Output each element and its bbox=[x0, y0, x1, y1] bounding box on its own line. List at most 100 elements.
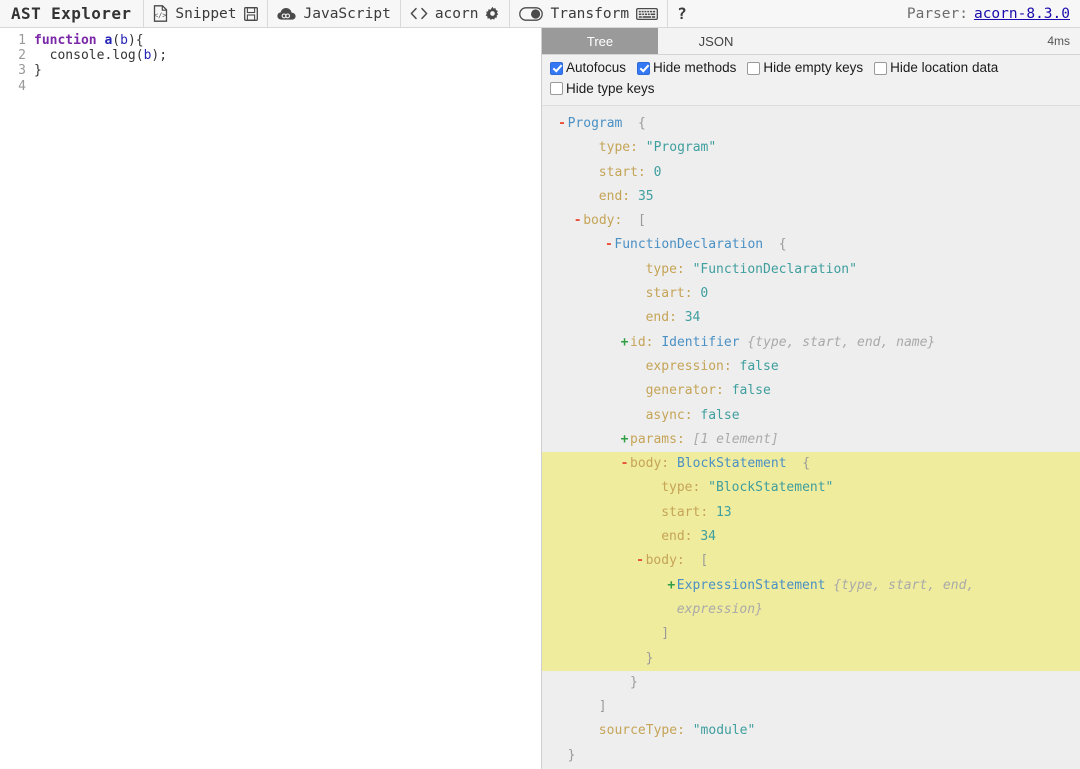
ast-row[interactable]: sourceType: "module" bbox=[542, 719, 1080, 743]
ast-row[interactable]: + params: [1 element] bbox=[542, 428, 1080, 452]
language-group[interactable]: JavaScript bbox=[266, 0, 400, 28]
line-number: 1 bbox=[18, 33, 26, 48]
expand-toggle-icon[interactable]: + bbox=[619, 428, 630, 452]
ast-row[interactable]: type: "Program" bbox=[542, 136, 1080, 160]
option-autofocus[interactable]: Autofocus bbox=[550, 59, 626, 77]
ast-row[interactable]: type: "FunctionDeclaration" bbox=[542, 258, 1080, 282]
question-mark-icon[interactable]: ? bbox=[677, 4, 687, 23]
ast-tree[interactable]: - Program {type: "Program" start: 0 end: 35… bbox=[542, 106, 1080, 769]
code-text[interactable]: console.log(b); bbox=[34, 48, 167, 63]
ast-row[interactable]: } bbox=[542, 671, 1080, 695]
ast-row[interactable]: - Program { bbox=[542, 112, 1080, 136]
collapse-toggle-icon[interactable]: - bbox=[603, 233, 614, 257]
ast-row[interactable]: async: false bbox=[542, 404, 1080, 428]
ast-row[interactable]: } bbox=[542, 744, 1080, 768]
ast-row[interactable]: + id: Identifier {type, start, end, name} bbox=[542, 331, 1080, 355]
ast-open-bracket: { bbox=[630, 116, 646, 131]
checkbox[interactable] bbox=[747, 61, 761, 75]
tab-tree[interactable]: Tree bbox=[542, 28, 658, 54]
expand-toggle-icon[interactable]: + bbox=[666, 574, 677, 598]
line-number: 4 bbox=[18, 78, 26, 94]
ast-row[interactable]: start: 0 bbox=[542, 282, 1080, 306]
ast-row[interactable]: ] bbox=[542, 695, 1080, 719]
ast-close-bracket: ] bbox=[598, 699, 607, 715]
top-toolbar: AST Explorer </> Snippet JavaScript acor… bbox=[0, 0, 1080, 28]
ast-row[interactable]: + ExpressionStatement {type, start, end, … bbox=[542, 573, 1080, 623]
ast-node-type: Program bbox=[567, 116, 623, 131]
keyboard-icon[interactable] bbox=[636, 7, 659, 21]
code-line[interactable]: 3} bbox=[0, 63, 540, 78]
ast-number-value: 0 bbox=[700, 286, 709, 302]
code-token: console.log( bbox=[34, 48, 144, 64]
ast-boolean-value: false bbox=[739, 358, 779, 374]
ast-row[interactable]: - body: [ bbox=[542, 209, 1080, 233]
line-number: 3 bbox=[18, 63, 26, 79]
parser-prefix-label: Parser: bbox=[906, 5, 968, 22]
ast-key: params: bbox=[630, 431, 685, 447]
gear-icon[interactable] bbox=[485, 6, 500, 21]
parser-version-group: Parser: acorn-8.3.0 bbox=[907, 6, 1080, 22]
option-label: Autofocus bbox=[566, 60, 627, 75]
snippet-group[interactable]: </> Snippet bbox=[143, 0, 266, 28]
tree-options-row: Autofocus Hide methods Hide empty keys Hide… bbox=[542, 55, 1080, 106]
ast-row[interactable]: start: 13 bbox=[542, 500, 1080, 526]
checkbox[interactable] bbox=[874, 61, 888, 75]
parse-timing: 4ms bbox=[1047, 34, 1070, 48]
checkbox[interactable] bbox=[637, 61, 651, 75]
option-hide-type-keys[interactable]: Hide type keys bbox=[550, 80, 655, 98]
ast-row[interactable]: end: 34 bbox=[542, 306, 1080, 330]
parser-version-link[interactable]: acorn-8.3.0 bbox=[974, 6, 1070, 22]
ast-key: end: bbox=[661, 529, 693, 545]
option-hide-location-data[interactable]: Hide location data bbox=[874, 59, 998, 77]
ast-row[interactable]: expression: false bbox=[542, 355, 1080, 379]
ast-open-bracket: { bbox=[794, 456, 811, 472]
option-hide-methods[interactable]: Hide methods bbox=[637, 59, 736, 77]
code-text[interactable]: function a(b){ bbox=[34, 33, 144, 48]
checkbox[interactable] bbox=[550, 61, 563, 75]
code-line[interactable]: 2 console.log(b); bbox=[0, 48, 540, 63]
tab-json[interactable]: JSON bbox=[658, 28, 774, 54]
collapse-toggle-icon[interactable]: - bbox=[557, 112, 568, 136]
collapse-toggle-icon[interactable]: - bbox=[619, 452, 630, 476]
code-line[interactable]: 1 function a(b){ bbox=[0, 33, 540, 48]
svg-text:</>: </> bbox=[154, 11, 167, 19]
ast-row[interactable]: generator: false bbox=[542, 379, 1080, 403]
option-label: Hide methods bbox=[653, 60, 737, 75]
checkbox[interactable] bbox=[550, 82, 563, 95]
ast-key: start: bbox=[598, 164, 646, 180]
code-token: } bbox=[34, 63, 42, 79]
code-token: b bbox=[120, 33, 128, 48]
code-editor-pane[interactable]: 1 function a(b){2 console.log(b); 3} 4 bbox=[0, 28, 540, 769]
ast-row[interactable]: end: 35 bbox=[542, 185, 1080, 209]
collapse-toggle-icon[interactable]: - bbox=[572, 209, 583, 233]
code-text[interactable]: } bbox=[34, 63, 42, 78]
expand-toggle-icon[interactable]: + bbox=[619, 331, 630, 355]
result-pane: Tree JSON 4ms Autofocus Hide methods Hide e… bbox=[541, 28, 1080, 769]
ast-close-bracket: ] bbox=[661, 626, 670, 642]
transform-group[interactable]: Transform bbox=[509, 0, 667, 28]
collapse-toggle-icon[interactable]: - bbox=[635, 549, 646, 573]
ast-row[interactable]: end: 34 bbox=[542, 525, 1080, 550]
ast-string-value: "module" bbox=[692, 723, 756, 739]
ast-row[interactable]: start: 0 bbox=[542, 161, 1080, 185]
code-lines[interactable]: 1 function a(b){2 console.log(b); 3} 4 bbox=[0, 28, 540, 94]
ast-row[interactable]: type: "BlockStatement" bbox=[542, 476, 1080, 501]
code-line[interactable]: 4 bbox=[0, 79, 540, 94]
ast-key: type: bbox=[661, 480, 701, 496]
floppy-save-icon[interactable] bbox=[243, 6, 258, 21]
ast-string-value: "BlockStatement" bbox=[708, 480, 834, 496]
ast-row[interactable]: } bbox=[542, 646, 1080, 671]
snippet-label: Snippet bbox=[175, 5, 237, 22]
ast-number-value: 13 bbox=[715, 504, 732, 520]
help-group[interactable]: ? bbox=[667, 0, 696, 28]
ast-preview-keys: {type, start, end, name} bbox=[747, 334, 936, 350]
code-token: function bbox=[34, 33, 97, 48]
option-hide-empty-keys[interactable]: Hide empty keys bbox=[747, 59, 863, 77]
ast-row[interactable]: - body: [ bbox=[542, 549, 1080, 574]
ast-row[interactable]: - FunctionDeclaration { bbox=[542, 233, 1080, 257]
ast-row[interactable]: ] bbox=[542, 622, 1080, 647]
ast-row[interactable]: - body: BlockStatement { bbox=[542, 452, 1080, 477]
ast-key: id: bbox=[630, 334, 654, 350]
parser-group[interactable]: acorn bbox=[399, 0, 510, 28]
